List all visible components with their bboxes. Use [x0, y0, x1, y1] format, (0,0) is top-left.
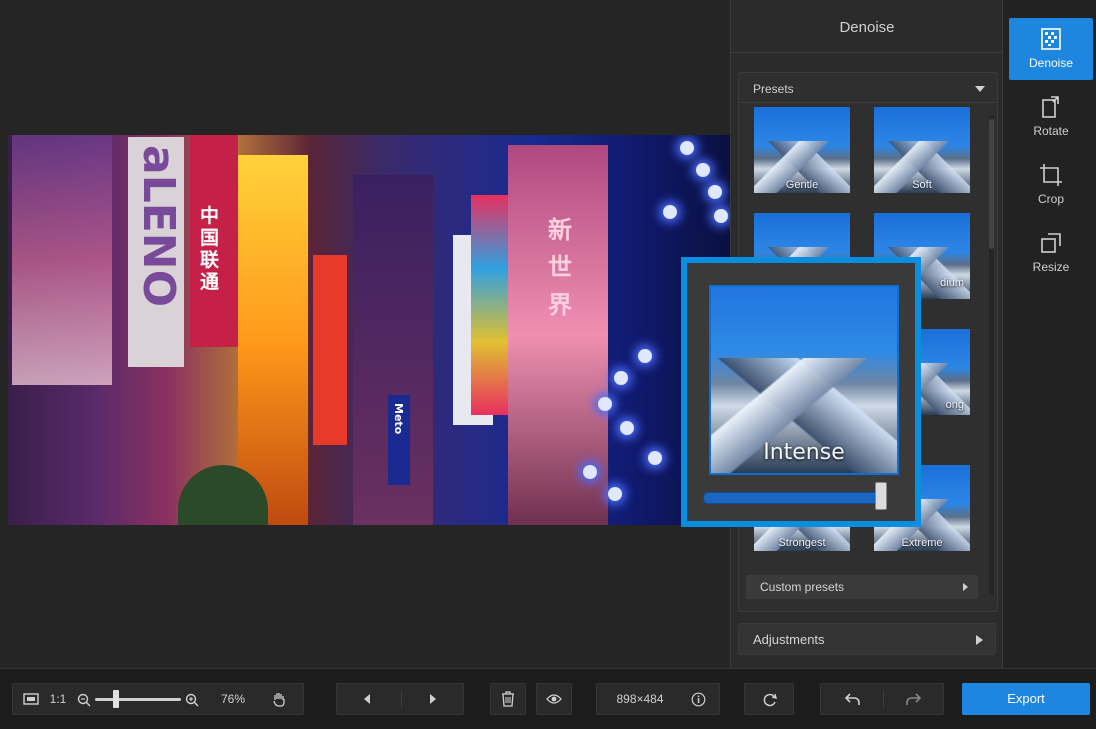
light-dot	[708, 185, 722, 199]
preset-zoom-popup: Intense	[681, 257, 921, 527]
preview-button[interactable]	[536, 683, 572, 715]
tool-denoise[interactable]: Denoise	[1009, 18, 1093, 80]
zoom-group: 1:1 76%	[12, 683, 304, 715]
bottom-bar: 1:1 76% 898×484 Export	[0, 668, 1096, 729]
preset-soft[interactable]: Soft	[874, 107, 970, 193]
light-dot	[583, 465, 597, 479]
custom-presets-button[interactable]: Custom presets	[746, 575, 978, 599]
reset-button[interactable]	[744, 683, 794, 715]
info-icon[interactable]	[691, 692, 706, 707]
custom-presets-label: Custom presets	[760, 580, 845, 594]
image-dimensions: 898×484	[616, 692, 664, 706]
hand-icon[interactable]	[271, 691, 287, 707]
light-dot	[680, 141, 694, 155]
chevron-down-icon	[975, 86, 985, 92]
zoom-slider-handle[interactable]	[113, 690, 119, 708]
image-canvas[interactable]: aLENO 中国联通 新 世 界 Meto	[0, 0, 730, 668]
light-dot	[663, 205, 677, 219]
resize-icon	[1041, 233, 1061, 253]
adjustments-section[interactable]: Adjustments	[738, 623, 996, 655]
zoom-out-icon[interactable]	[77, 693, 91, 707]
preset-gentle[interactable]: Gentle	[754, 107, 850, 193]
adjustments-label: Adjustments	[753, 632, 825, 647]
light-dot	[620, 421, 634, 435]
tool-label: Rotate	[1033, 124, 1069, 138]
one-to-one-button[interactable]: 1:1	[45, 684, 71, 714]
sign-colorful-panel	[471, 195, 511, 415]
sign-unicom-text: 中国联通	[200, 205, 220, 293]
sign-metro: Meto	[392, 403, 405, 435]
redo-icon[interactable]	[905, 693, 921, 706]
scrollbar-thumb[interactable]	[989, 119, 994, 249]
previous-icon[interactable]	[361, 693, 373, 705]
trash-icon	[502, 691, 514, 707]
eye-icon	[546, 694, 562, 704]
sign-aleno-text: aLENO	[133, 145, 184, 308]
zoom-level: 76%	[220, 692, 246, 706]
tool-resize[interactable]: Resize	[1009, 222, 1093, 284]
sign-jie: 界	[548, 291, 572, 319]
delete-button[interactable]	[490, 683, 526, 715]
light-dot	[614, 371, 628, 385]
history-group	[820, 683, 944, 715]
denoise-icon	[1041, 28, 1061, 50]
preset-label: Gentle	[785, 179, 819, 191]
light-dot	[608, 487, 622, 501]
tool-label: Resize	[1032, 260, 1070, 274]
presets-header-label: Presets	[753, 82, 794, 96]
image-info: 898×484	[596, 683, 720, 715]
photo[interactable]: aLENO 中国联通 新 世 界 Meto	[8, 135, 730, 525]
light-dot	[638, 349, 652, 363]
preset-label: Extreme	[901, 537, 943, 549]
slider-track[interactable]	[703, 492, 885, 504]
presets-header[interactable]: Presets	[739, 73, 997, 103]
presets-scrollbar[interactable]	[989, 115, 994, 595]
sign-shi: 世	[548, 253, 572, 281]
sign-red-vertical	[313, 255, 347, 445]
tool-rotate[interactable]: Rotate	[1009, 86, 1093, 148]
tool-crop[interactable]: Crop	[1009, 154, 1093, 216]
rotate-icon	[1042, 96, 1059, 118]
chevron-right-icon	[976, 635, 983, 645]
fit-screen-icon[interactable]	[23, 692, 39, 706]
sign-xin: 新	[548, 216, 572, 244]
sign-pink-left	[12, 135, 112, 385]
next-icon[interactable]	[427, 693, 439, 705]
sign-yellow-tower	[238, 155, 308, 525]
light-dot	[714, 209, 728, 223]
nav-group	[336, 683, 464, 715]
undo-icon[interactable]	[845, 693, 861, 706]
zoom-slider[interactable]	[95, 698, 181, 701]
strength-slider[interactable]	[703, 482, 897, 510]
light-dot	[648, 451, 662, 465]
preset-label: Soft	[912, 179, 932, 191]
divider	[401, 690, 402, 708]
tools-sidebar: Denoise Rotate Crop Resize	[1002, 0, 1096, 668]
export-button[interactable]: Export	[962, 683, 1090, 715]
preset-intense-label: Intense	[763, 440, 845, 465]
panel-title: Denoise	[731, 0, 1003, 53]
preset-label: Strongest	[778, 537, 826, 549]
zoom-in-icon[interactable]	[185, 693, 199, 707]
preset-intense[interactable]: Intense	[709, 285, 899, 475]
divider	[883, 690, 884, 708]
tool-label: Denoise	[1028, 56, 1074, 70]
crop-icon	[1040, 164, 1062, 186]
chevron-right-icon	[963, 583, 968, 591]
reset-icon	[763, 693, 777, 707]
slider-handle[interactable]	[875, 482, 887, 510]
light-dot	[696, 163, 710, 177]
light-dot	[598, 397, 612, 411]
tool-label: Crop	[1037, 192, 1064, 206]
